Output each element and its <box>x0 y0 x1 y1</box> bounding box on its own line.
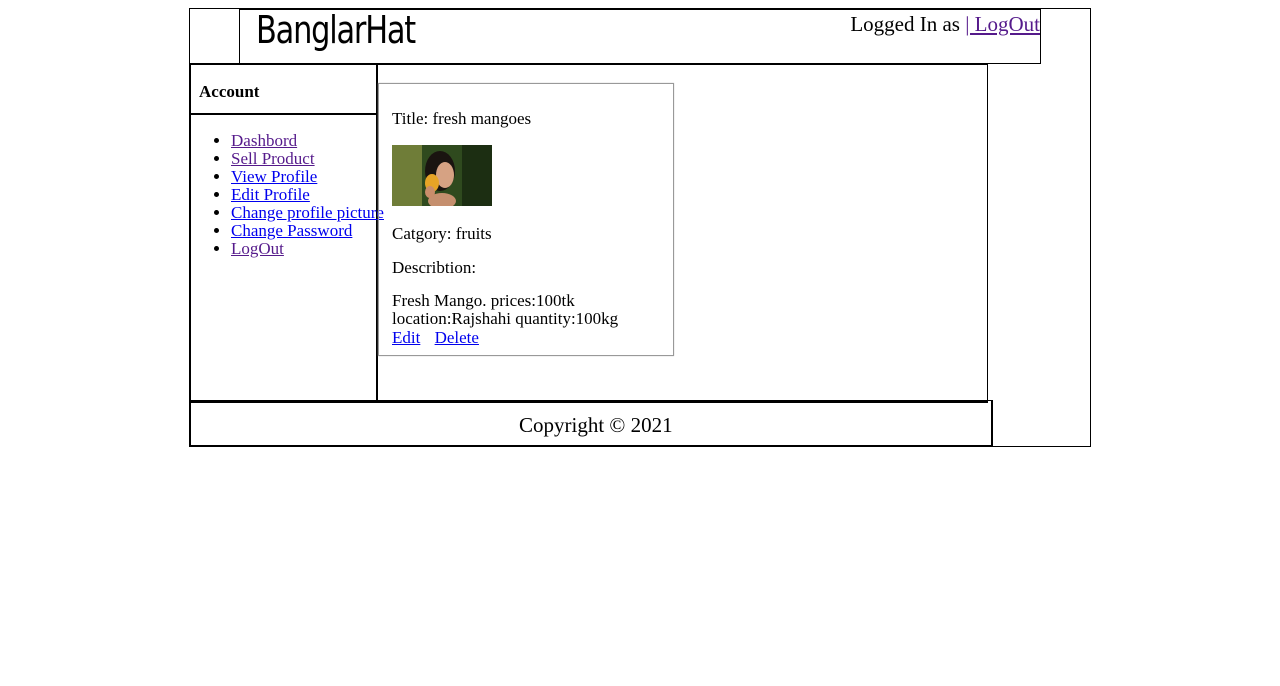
product-description-text: Fresh Mango. prices:100tk location:Rajsh… <box>392 291 619 328</box>
sidebar-item-change-password: Change Password <box>231 222 376 240</box>
product-card: Title: fresh mangoes Catgory: fruits Des… <box>378 83 674 356</box>
product-actions: Edit Delete <box>392 328 489 348</box>
sidebar-menu: Dashbord Sell Product View Profile Edit … <box>191 132 384 258</box>
sidebar-title: Account <box>191 65 376 115</box>
change-password-link[interactable]: Change Password <box>231 221 352 240</box>
footer: Copyright © 2021 <box>189 400 993 447</box>
sidebar-item-sell-product: Sell Product <box>231 150 376 168</box>
view-profile-link[interactable]: View Profile <box>231 167 317 186</box>
edit-product-link[interactable]: Edit <box>392 328 420 347</box>
login-status: Logged In as | LogOut <box>850 12 1040 37</box>
dashboard-link[interactable]: Dashbord <box>231 131 297 150</box>
sidebar-item-edit-profile: Edit Profile <box>231 186 376 204</box>
product-description-label: Describtion: <box>392 258 477 277</box>
main-content: Title: fresh mangoes Catgory: fruits Des… <box>375 63 988 403</box>
header-logout-link[interactable]: | LogOut <box>965 12 1040 36</box>
sidebar-item-dashboard: Dashbord <box>231 132 376 150</box>
sidebar-logout-link[interactable]: LogOut <box>231 239 284 258</box>
copyright-text: Copyright © 2021 <box>519 413 673 437</box>
logged-in-label: Logged In as <box>850 12 960 36</box>
site-logo: BanglarHat <box>256 8 416 52</box>
product-title: Title: fresh mangoes <box>392 109 532 128</box>
delete-product-link[interactable]: Delete <box>435 328 479 347</box>
sidebar-item-view-profile: View Profile <box>231 168 376 186</box>
header: BanglarHat Logged In as | LogOut <box>239 8 1041 64</box>
change-profile-picture-link[interactable]: Change profile picture <box>231 203 384 222</box>
edit-profile-link[interactable]: Edit Profile <box>231 185 310 204</box>
sidebar-item-logout: LogOut <box>231 240 376 258</box>
sidebar: Account Dashbord Sell Product View Profi… <box>189 63 384 403</box>
sidebar-item-change-picture: Change profile picture <box>231 204 384 222</box>
product-category: Catgory: fruits <box>392 224 492 243</box>
sell-product-link[interactable]: Sell Product <box>231 149 315 168</box>
product-image <box>392 145 492 206</box>
